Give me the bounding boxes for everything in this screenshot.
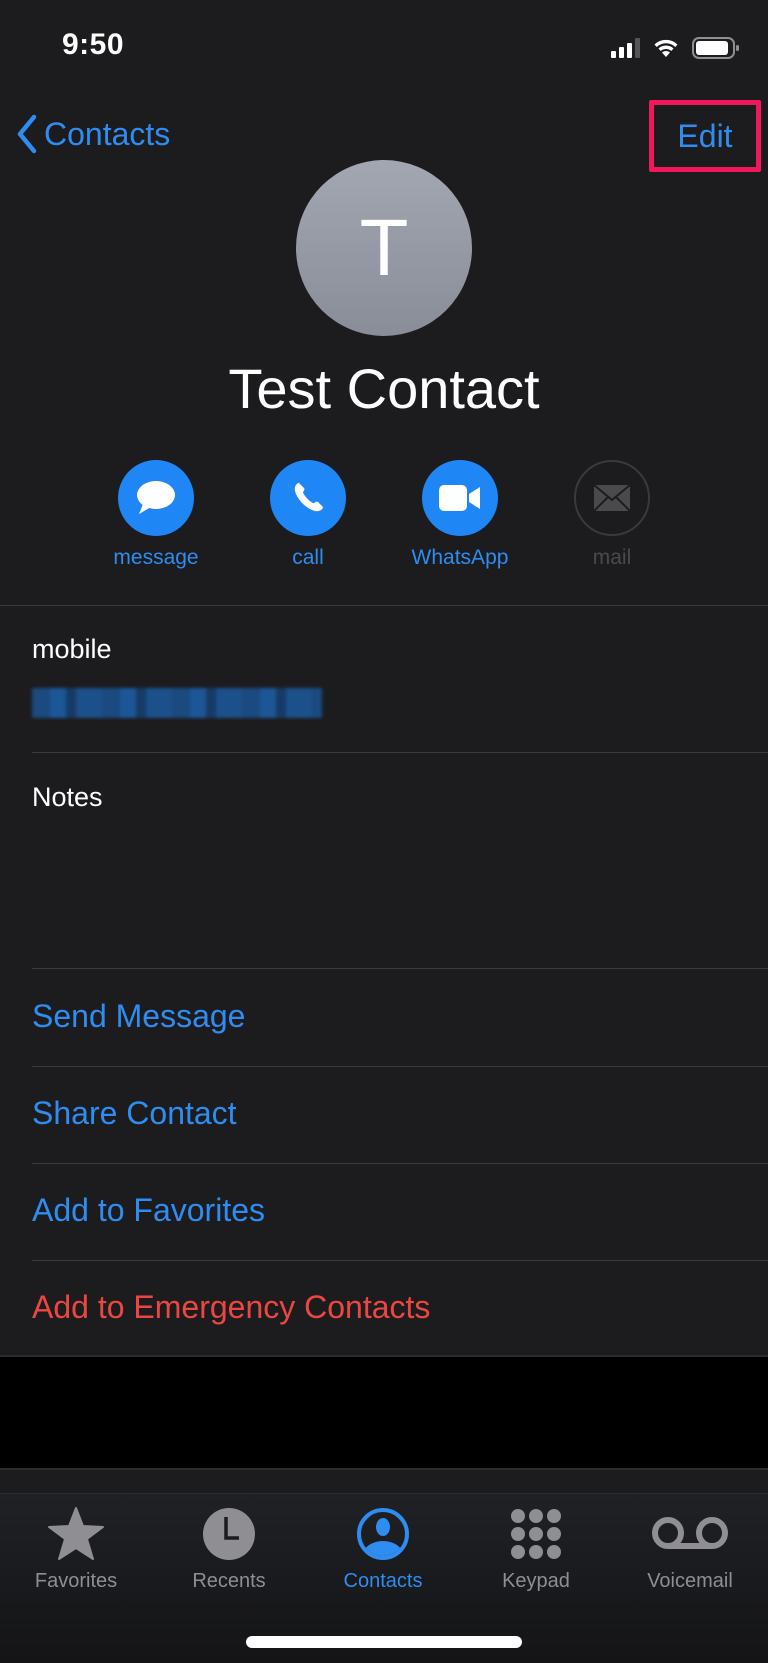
divider	[32, 968, 768, 969]
whatsapp-action-label: WhatsApp	[411, 546, 509, 569]
avatar-initial: T	[359, 203, 409, 292]
whatsapp-action-button[interactable]: WhatsApp	[390, 460, 530, 570]
status-bar: 9:50	[0, 0, 768, 95]
keypad-icon	[511, 1509, 561, 1559]
divider	[0, 1468, 768, 1470]
divider	[0, 605, 768, 606]
contact-name: Test Contact	[228, 357, 540, 420]
envelope-icon	[593, 484, 631, 512]
navigation-bar: Contacts Edit	[0, 100, 768, 172]
notes-label[interactable]: Notes	[32, 782, 103, 813]
tab-favorites-label: Favorites	[34, 1570, 118, 1592]
person-circle-icon	[357, 1508, 409, 1560]
edit-highlight-box: Edit	[649, 100, 761, 172]
tab-voicemail[interactable]: Voicemail	[615, 1504, 765, 1593]
tab-contacts-label: Contacts	[343, 1570, 423, 1592]
section-gap	[0, 1357, 768, 1469]
divider	[32, 1163, 768, 1164]
cellular-signal-icon	[611, 38, 640, 58]
edit-button[interactable]: Edit	[677, 118, 732, 155]
message-action-label: message	[113, 546, 199, 569]
divider	[32, 1260, 768, 1261]
add-to-emergency-contacts-button[interactable]: Add to Emergency Contacts	[32, 1289, 430, 1326]
tab-contacts[interactable]: Contacts	[308, 1504, 458, 1593]
voicemail-icon	[652, 1517, 728, 1549]
chevron-left-icon	[17, 114, 37, 154]
tab-voicemail-label: Voicemail	[647, 1570, 733, 1592]
message-action-button[interactable]: message	[86, 460, 226, 570]
call-action-label: call	[292, 546, 324, 569]
mail-action-label: mail	[592, 546, 632, 569]
divider	[32, 752, 768, 753]
phone-icon	[294, 483, 323, 512]
tab-favorites[interactable]: Favorites	[1, 1504, 151, 1593]
mail-action-button[interactable]: mail	[542, 460, 682, 570]
back-label: Contacts	[44, 115, 171, 152]
share-contact-button[interactable]: Share Contact	[32, 1095, 237, 1132]
avatar: T	[296, 160, 472, 336]
tab-keypad[interactable]: Keypad	[461, 1504, 611, 1593]
tab-recents-label: Recents	[192, 1570, 266, 1592]
tab-keypad-label: Keypad	[502, 1570, 570, 1592]
phone-field-label: mobile	[32, 634, 112, 664]
add-to-favorites-button[interactable]: Add to Favorites	[32, 1192, 265, 1229]
battery-icon	[692, 37, 739, 59]
phone-number-redacted[interactable]	[32, 688, 322, 718]
video-camera-icon	[439, 485, 480, 511]
wifi-icon	[654, 39, 678, 57]
message-bubble-icon	[137, 481, 175, 514]
tab-recents[interactable]: Recents	[154, 1504, 304, 1593]
divider	[32, 1066, 768, 1067]
home-indicator[interactable]	[246, 1636, 522, 1648]
send-message-button[interactable]: Send Message	[32, 998, 245, 1035]
call-action-button[interactable]: call	[238, 460, 378, 570]
status-icons	[611, 36, 740, 60]
star-icon	[48, 1507, 104, 1560]
back-button[interactable]: Contacts	[16, 114, 170, 154]
status-time: 9:50	[62, 28, 125, 61]
clock-icon	[203, 1508, 255, 1560]
